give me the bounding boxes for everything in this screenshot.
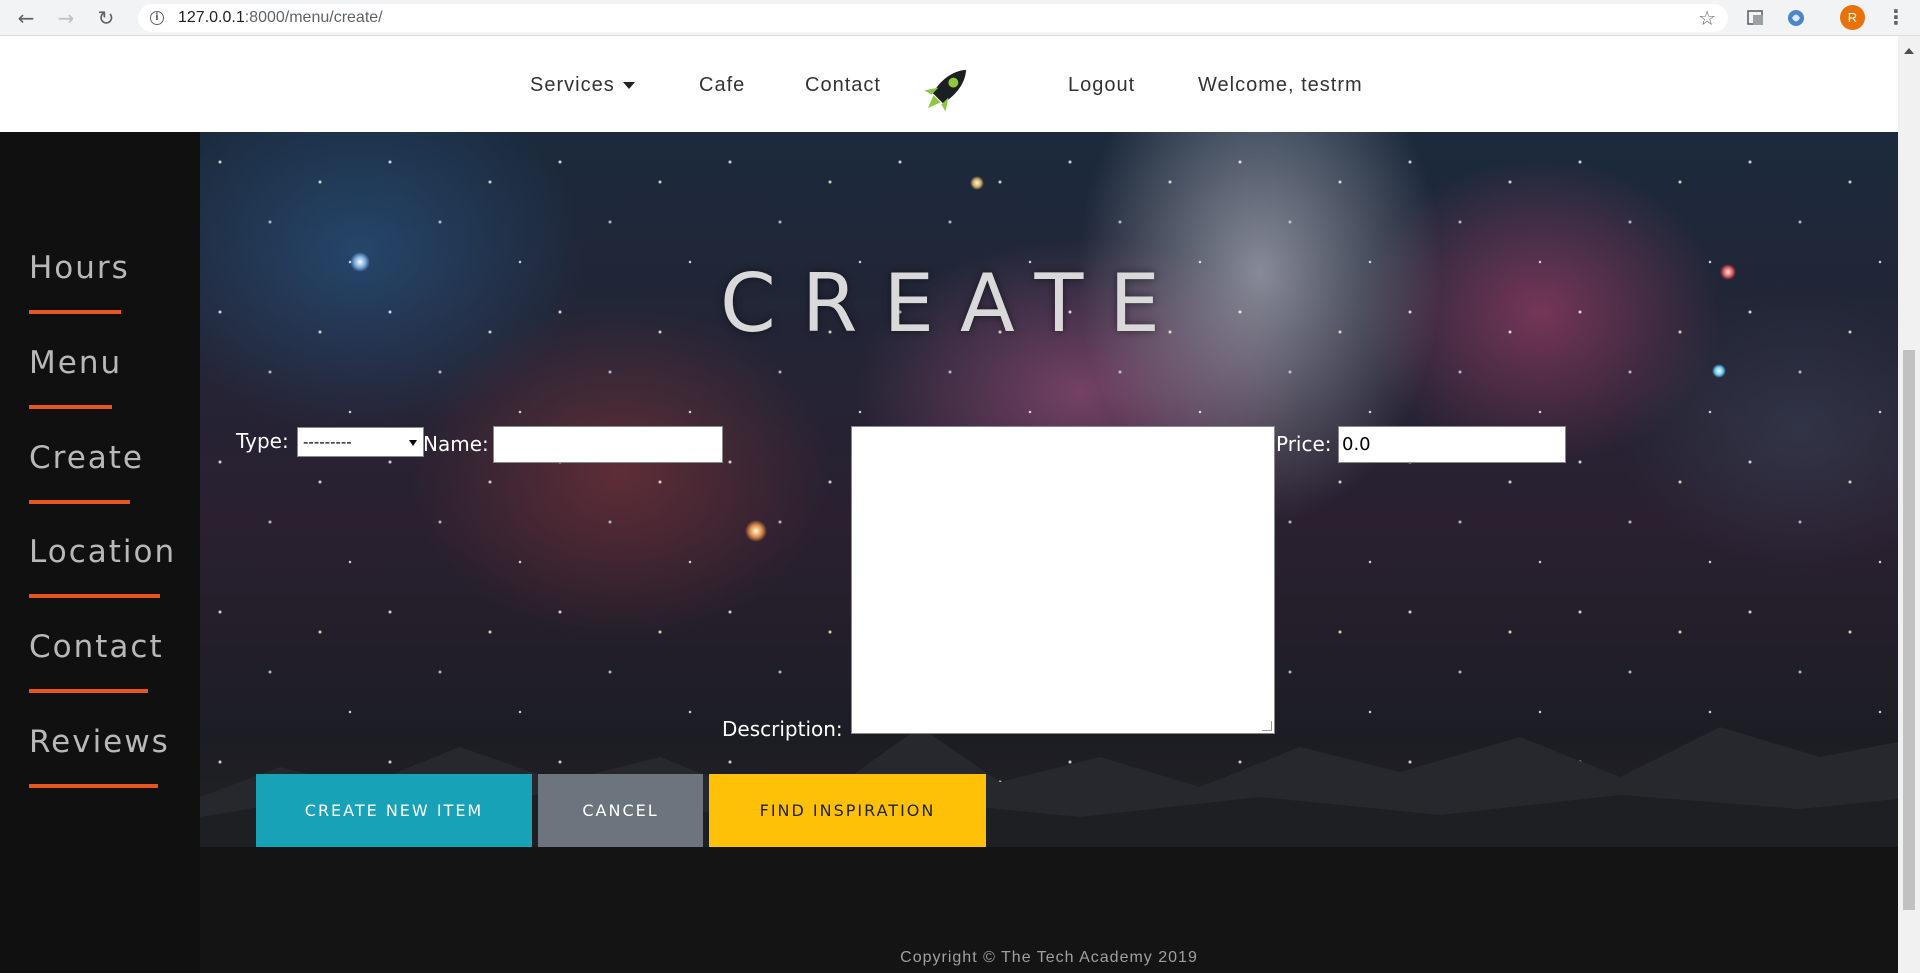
address-bar[interactable]: i 127.0.0.1:8000/menu/create/ ☆ bbox=[138, 4, 1728, 32]
bright-star bbox=[1712, 364, 1726, 378]
price-label: Price: bbox=[1276, 432, 1332, 456]
nav-logout-link[interactable]: Logout bbox=[1068, 74, 1135, 97]
bright-star bbox=[970, 176, 984, 190]
type-select-value: --------- bbox=[303, 433, 352, 451]
page-scrollbar[interactable] bbox=[1898, 36, 1920, 973]
sidebar-item-label: Menu bbox=[29, 345, 123, 381]
nav-contact-link[interactable]: Contact bbox=[805, 74, 881, 97]
back-arrow-icon[interactable]: ← bbox=[14, 6, 38, 30]
sidebar-item-label: Hours bbox=[29, 250, 130, 286]
site-navbar: Services Cafe Contact Logout Welcome, te… bbox=[0, 36, 1898, 132]
browser-menu-icon[interactable]: ⋮ bbox=[1886, 5, 1906, 29]
bright-star bbox=[350, 252, 370, 272]
sidebar-item-label: Create bbox=[29, 440, 145, 476]
resize-handle-icon[interactable] bbox=[1262, 721, 1272, 731]
name-label: Name: bbox=[423, 432, 489, 456]
sidebar-underline bbox=[29, 500, 130, 504]
type-label: Type: bbox=[236, 429, 289, 453]
nav-services-label: Services bbox=[530, 74, 615, 96]
bookmark-star-icon[interactable]: ☆ bbox=[1698, 6, 1716, 30]
bright-star bbox=[745, 520, 767, 542]
sidebar-item-location[interactable]: Location bbox=[29, 534, 176, 598]
sidebar-item-create[interactable]: Create bbox=[29, 440, 144, 504]
sidebar-underline bbox=[29, 784, 158, 788]
sidebar-item-label: Reviews bbox=[29, 724, 170, 760]
description-label: Description: bbox=[722, 717, 843, 741]
footer: Copyright © The Tech Academy 2019 bbox=[200, 847, 1898, 973]
url-text[interactable]: 127.0.0.1:8000/menu/create/ bbox=[178, 9, 383, 27]
sidebar-item-contact[interactable]: Contact bbox=[29, 629, 164, 693]
nav-cafe-link[interactable]: Cafe bbox=[699, 74, 745, 97]
sidebar-underline bbox=[29, 689, 148, 693]
description-textarea[interactable] bbox=[851, 426, 1275, 734]
sidebar-item-hours[interactable]: Hours bbox=[29, 250, 130, 314]
cancel-button[interactable]: CANCEL bbox=[538, 774, 703, 847]
price-input[interactable]: 0.0 bbox=[1338, 426, 1566, 463]
forward-arrow-icon[interactable]: → bbox=[54, 6, 78, 30]
reload-icon[interactable]: ↻ bbox=[94, 6, 118, 30]
browser-toolbar: ← → ↻ i 127.0.0.1:8000/menu/create/ ☆ R … bbox=[0, 0, 1920, 36]
find-inspiration-button[interactable]: FIND INSPIRATION bbox=[709, 774, 986, 847]
caret-down-icon bbox=[622, 82, 635, 90]
bright-star bbox=[1720, 264, 1736, 280]
nav-welcome-text: Welcome, testrm bbox=[1198, 74, 1363, 96]
sidebar-underline bbox=[29, 405, 112, 409]
sidebar-item-reviews[interactable]: Reviews bbox=[29, 724, 170, 788]
sidebar-underline bbox=[29, 594, 160, 598]
create-new-item-button[interactable]: CREATE NEW ITEM bbox=[256, 774, 532, 847]
sidebar: Hours Menu Create Location Contact Revie… bbox=[0, 132, 200, 973]
hero-section: CREATE Type: --------- Name: Description… bbox=[200, 132, 1898, 847]
info-icon[interactable]: i bbox=[150, 11, 164, 25]
sidebar-item-label: Location bbox=[29, 534, 177, 570]
extension-globe-icon[interactable] bbox=[1786, 8, 1806, 28]
sidebar-underline bbox=[29, 310, 121, 314]
rocket-logo-icon[interactable] bbox=[916, 58, 978, 120]
scroll-up-arrow-icon[interactable] bbox=[1904, 48, 1914, 54]
scroll-thumb[interactable] bbox=[1903, 350, 1915, 910]
page-title: CREATE bbox=[720, 257, 1186, 350]
select-arrow-icon bbox=[409, 440, 417, 446]
sidebar-item-menu[interactable]: Menu bbox=[29, 345, 122, 409]
type-select[interactable]: --------- bbox=[297, 427, 424, 457]
name-input[interactable] bbox=[493, 426, 723, 463]
sidebar-item-label: Contact bbox=[29, 629, 164, 665]
extension-translate-icon[interactable] bbox=[1746, 8, 1766, 28]
copyright-text: Copyright © The Tech Academy 2019 bbox=[900, 949, 1198, 966]
profile-avatar[interactable]: R bbox=[1840, 5, 1865, 30]
nav-services-dropdown[interactable]: Services bbox=[530, 74, 635, 97]
